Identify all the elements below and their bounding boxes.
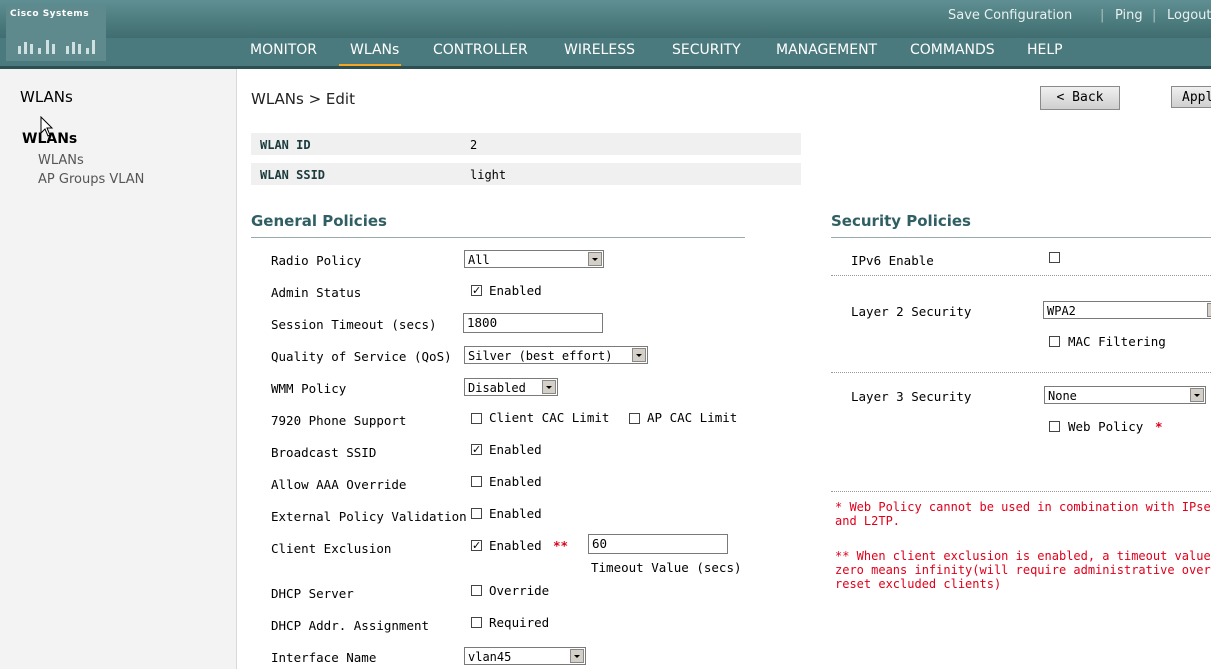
web-policy-checkbox[interactable] — [1049, 421, 1060, 432]
external-policy-checkbox[interactable] — [471, 508, 482, 519]
chevron-down-icon — [588, 252, 602, 266]
apply-button[interactable]: Apply — [1171, 86, 1211, 108]
wmm-policy-label: WMM Policy — [271, 381, 347, 396]
security-divider — [831, 275, 1211, 276]
sidebar-item-wlans[interactable]: WLANs — [38, 153, 84, 168]
layer3-security-select[interactable]: None — [1044, 386, 1206, 404]
security-policies-title: Security Policies — [831, 212, 971, 230]
exclusion-timeout-caption: Timeout Value (secs) — [591, 560, 742, 575]
client-exclusion-marker: ** — [553, 538, 569, 553]
nav-wireless[interactable]: WIRELESS — [564, 42, 635, 58]
nav-controller[interactable]: CONTROLLER — [433, 42, 528, 58]
client-exclusion-checkbox[interactable]: ✓ — [471, 540, 482, 551]
session-timeout-label: Session Timeout (secs) — [271, 317, 437, 332]
interface-name-select[interactable]: vlan45 — [464, 647, 586, 665]
aaa-override-label: Allow AAA Override — [271, 477, 407, 492]
link-separator: | — [1100, 8, 1105, 23]
dhcp-required-label: Required — [489, 615, 550, 630]
client-exclusion-label: Client Exclusion — [271, 541, 392, 556]
session-timeout-input[interactable]: 1800 — [463, 313, 603, 333]
qos-select[interactable]: Silver (best effort) — [464, 346, 648, 364]
dhcp-override-label: Override — [489, 583, 550, 598]
save-configuration-link[interactable]: Save Configuration — [948, 8, 1072, 23]
sidebar — [0, 69, 237, 669]
logout-link[interactable]: Logout — [1167, 8, 1211, 23]
wlan-id-row — [251, 133, 801, 155]
broadcast-ssid-label: Broadcast SSID — [271, 445, 377, 460]
chevron-down-icon — [542, 380, 556, 394]
nav-wlans[interactable]: WLANs — [350, 42, 399, 58]
nav-commands[interactable]: COMMANDS — [910, 42, 995, 58]
back-button[interactable]: < Back — [1040, 86, 1120, 110]
layer2-security-label: Layer 2 Security — [851, 304, 972, 319]
qos-label: Quality of Service (QoS) — [271, 349, 452, 364]
dhcp-override-checkbox[interactable] — [471, 585, 482, 596]
client-exclusion-note-line2: zero means infinity(will require adminis… — [835, 563, 1211, 577]
broadcast-ssid-checkbox[interactable]: ✓ — [471, 444, 482, 455]
wlan-ssid-label: WLAN SSID — [260, 168, 326, 182]
sidebar-title: WLANs — [20, 88, 73, 106]
nav-security[interactable]: SECURITY — [672, 42, 741, 58]
mouse-pointer-icon — [40, 116, 54, 137]
external-policy-label: External Policy Validation — [271, 509, 467, 524]
web-policy-note-line2: and L2TP. — [835, 514, 901, 528]
ap-cac-label: AP CAC Limit — [647, 410, 738, 425]
admin-status-checkbox[interactable]: ✓ — [471, 285, 482, 296]
layer3-security-label: Layer 3 Security — [851, 389, 972, 404]
external-policy-enabled: Enabled — [489, 506, 542, 521]
radio-policy-label: Radio Policy — [271, 253, 362, 268]
wlan-id-label: WLAN ID — [260, 138, 311, 152]
dhcp-addr-label: DHCP Addr. Assignment — [271, 618, 430, 633]
general-policies-title: General Policies — [251, 212, 387, 230]
wlan-id-value: 2 — [470, 138, 478, 152]
broadcast-ssid-enabled: Enabled — [489, 442, 542, 457]
web-policy-note: * Web Policy cannot be used in combinati… — [835, 500, 1211, 514]
client-cac-checkbox[interactable] — [471, 413, 482, 424]
interface-name-label: Interface Name — [271, 650, 377, 665]
security-policies-rule — [831, 237, 1211, 238]
chevron-down-icon — [570, 649, 584, 663]
security-divider — [831, 372, 1211, 373]
ipv6-enable-checkbox[interactable] — [1049, 252, 1060, 263]
sidebar-item-ap-groups-vlan[interactable]: AP Groups VLAN — [38, 172, 144, 187]
chevron-down-icon — [632, 348, 646, 362]
client-exclusion-note: ** When client exclusion is enabled, a t… — [835, 549, 1211, 563]
general-policies-rule — [251, 237, 745, 238]
wlan-ssid-row — [251, 163, 801, 185]
aaa-override-enabled: Enabled — [489, 474, 542, 489]
logo-text: Cisco Systems — [10, 9, 90, 19]
link-separator: | — [1152, 8, 1157, 23]
cisco-bridge-icon — [18, 40, 95, 54]
wmm-policy-select[interactable]: Disabled — [464, 378, 558, 396]
dhcp-server-label: DHCP Server — [271, 586, 354, 601]
aaa-override-checkbox[interactable] — [471, 476, 482, 487]
dhcp-required-checkbox[interactable] — [471, 617, 482, 628]
notes-divider — [831, 491, 1211, 492]
admin-status-label: Admin Status — [271, 285, 362, 300]
nav-monitor[interactable]: MONITOR — [250, 42, 317, 58]
admin-status-enabled: Enabled — [489, 283, 542, 298]
client-cac-label: Client CAC Limit — [489, 410, 610, 425]
mac-filtering-label: MAC Filtering — [1068, 334, 1166, 349]
nav-management[interactable]: MANAGEMENT — [776, 42, 877, 58]
chevron-down-icon — [1190, 388, 1204, 402]
client-exclusion-note-line3: reset excluded clients) — [835, 577, 1002, 591]
nav-help[interactable]: HELP — [1027, 42, 1063, 58]
exclusion-timeout-input[interactable]: 60 — [588, 534, 728, 554]
phone-support-label: 7920 Phone Support — [271, 413, 407, 428]
ipv6-enable-label: IPv6 Enable — [851, 253, 934, 268]
web-policy-label: Web Policy — [1068, 419, 1144, 434]
breadcrumb: WLANs > Edit — [251, 90, 355, 108]
ap-cac-checkbox[interactable] — [629, 413, 640, 424]
client-exclusion-enabled: Enabled — [489, 538, 542, 553]
radio-policy-select[interactable]: All — [464, 250, 604, 268]
chevron-down-icon — [1207, 303, 1211, 317]
wlan-ssid-value: light — [470, 168, 507, 182]
mac-filtering-checkbox[interactable] — [1049, 336, 1060, 347]
layer2-security-select[interactable]: WPA2 — [1043, 301, 1211, 319]
ping-link[interactable]: Ping — [1115, 8, 1143, 23]
web-policy-marker: * — [1155, 419, 1163, 434]
